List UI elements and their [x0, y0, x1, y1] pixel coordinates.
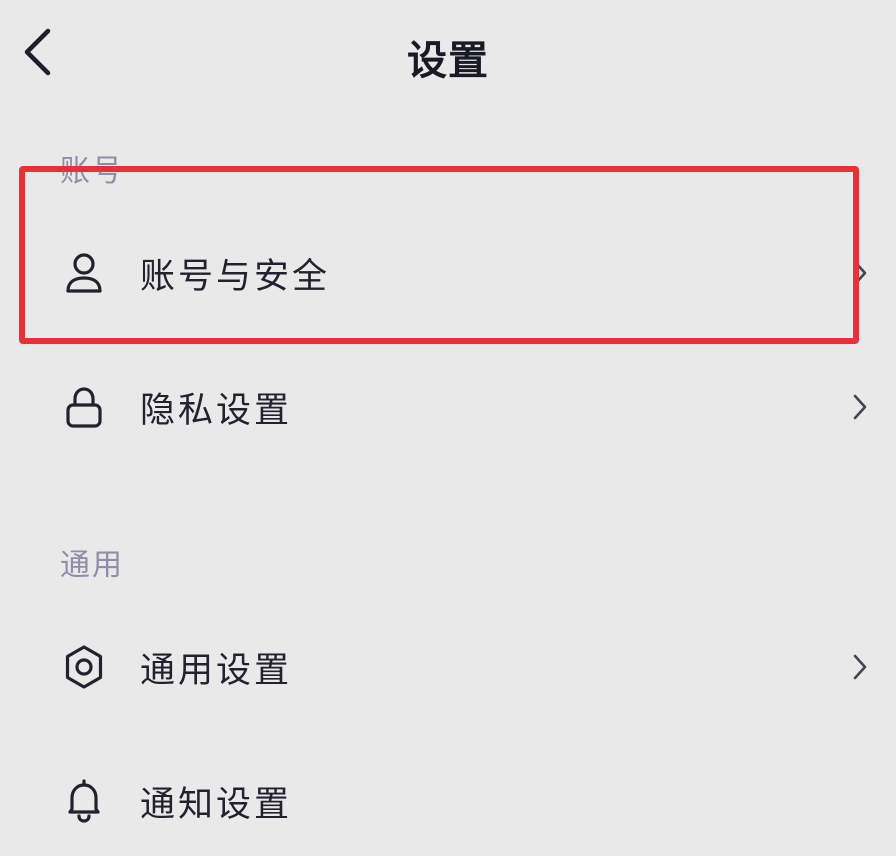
settings-item-label: 通用设置 — [140, 650, 293, 691]
lock-icon — [60, 383, 108, 431]
bell-icon — [60, 777, 108, 825]
chevron-right-icon — [848, 256, 872, 290]
chevron-right-icon — [848, 650, 872, 684]
top-bar: 设置 — [0, 0, 896, 110]
settings-item-privacy[interactable]: 隐私设置 — [0, 352, 896, 462]
user-icon — [60, 249, 108, 297]
settings-item-general[interactable]: 通用设置 — [0, 612, 896, 722]
settings-item-notifications[interactable]: 通知设置 — [0, 746, 896, 856]
section-label-general: 通用 — [60, 548, 124, 583]
section-label-account: 账号 — [60, 154, 124, 189]
chevron-right-icon — [848, 390, 872, 424]
gear-icon — [60, 643, 108, 691]
page-title: 设置 — [407, 38, 489, 84]
settings-item-account-security[interactable]: 账号与安全 — [0, 218, 896, 328]
settings-item-label: 隐私设置 — [140, 390, 293, 431]
settings-item-label: 通知设置 — [140, 784, 293, 825]
settings-item-label: 账号与安全 — [140, 256, 331, 297]
